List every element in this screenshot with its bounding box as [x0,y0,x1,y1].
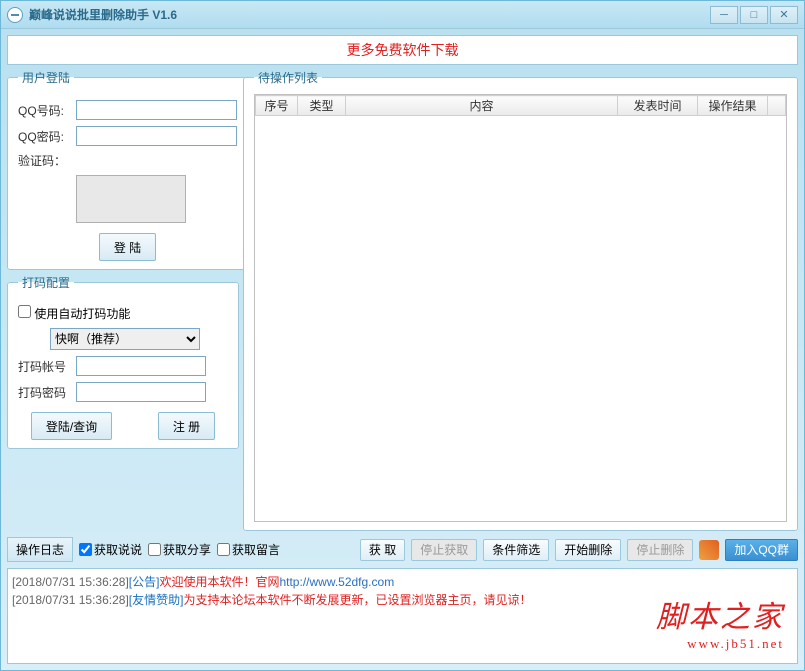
col-time[interactable]: 发表时间 [618,96,698,116]
stop-delete-button: 停止删除 [627,539,693,561]
log-line: [2018/07/31 15:36:28][公告]欢迎使用本软件！官网http:… [12,573,793,591]
fetch-share-checkbox[interactable]: 获取分享 [148,541,211,558]
dama-group: 打码配置 使用自动打码功能 快啊（推荐） 打码帐号 打码密码 [7,274,239,449]
dama-provider-select[interactable]: 快啊（推荐） [50,328,200,350]
qq-label: QQ号码: [18,102,76,119]
qq-pw-input[interactable] [76,126,237,146]
app-icon [7,7,23,23]
start-delete-button[interactable]: 开始删除 [555,539,621,561]
banner-link[interactable]: 更多免费软件下载 [7,35,798,65]
close-button[interactable]: ✕ [770,6,798,24]
minimize-button[interactable]: ─ [710,6,738,24]
window-controls: ─ □ ✕ [710,6,798,24]
col-content[interactable]: 内容 [346,96,618,116]
content: 更多免费软件下载 用户登陆 QQ号码: QQ密码: 验证码： [1,29,804,670]
app-window: 巅峰说说批里删除助手 V1.6 ─ □ ✕ 更多免费软件下载 用户登陆 QQ号码… [0,0,805,671]
fetch-msg-checkbox[interactable]: 获取留言 [217,541,280,558]
dama-pw-input[interactable] [76,382,206,402]
dama-account-label: 打码帐号 [18,358,76,375]
qq-avatar-icon [699,540,719,560]
maximize-button[interactable]: □ [740,6,768,24]
dama-login-button[interactable]: 登陆/查询 [31,412,112,440]
qq-input[interactable] [76,100,237,120]
right-column: 待操作列表 序号 类型 内容 发表时间 操作结果 [243,69,798,531]
col-type[interactable]: 类型 [298,96,346,116]
log-box[interactable]: [2018/07/31 15:36:28][公告]欢迎使用本软件！官网http:… [7,568,798,664]
captcha-image[interactable] [76,175,186,223]
middle-row: 用户登陆 QQ号码: QQ密码: 验证码： 登 陆 [7,69,798,531]
col-spacer [768,96,786,116]
titlebar: 巅峰说说批里删除助手 V1.6 ─ □ ✕ [1,1,804,29]
join-qq-button[interactable]: 加入QQ群 [725,539,798,561]
dama-register-button[interactable]: 注 册 [158,412,215,440]
col-result[interactable]: 操作结果 [698,96,768,116]
pending-list-group: 待操作列表 序号 类型 内容 发表时间 操作结果 [243,69,798,531]
stop-fetch-button: 停止获取 [411,539,477,561]
left-column: 用户登陆 QQ号码: QQ密码: 验证码： 登 陆 [7,69,239,531]
pending-legend: 待操作列表 [254,69,322,86]
login-legend: 用户登陆 [18,69,74,86]
qq-pw-label: QQ密码: [18,128,76,145]
dama-pw-label: 打码密码 [18,384,76,401]
fetch-shuo-checkbox[interactable]: 获取说说 [79,541,142,558]
login-group: 用户登陆 QQ号码: QQ密码: 验证码： 登 陆 [7,69,248,270]
login-button[interactable]: 登 陆 [99,233,156,261]
filter-button[interactable]: 条件筛选 [483,539,549,561]
toolbar: 操作日志 获取说说 获取分享 获取留言 获 取 停止获取 条件筛选 开始删除 停… [7,535,798,564]
dama-legend: 打码配置 [18,274,74,291]
dama-account-input[interactable] [76,356,206,376]
col-seq[interactable]: 序号 [256,96,298,116]
pending-table-wrap[interactable]: 序号 类型 内容 发表时间 操作结果 [254,94,787,522]
log-line: [2018/07/31 15:36:28][友情赞助]为支持本论坛本软件不断发展… [12,591,793,609]
window-title: 巅峰说说批里删除助手 V1.6 [29,6,710,23]
log-label: 操作日志 [7,537,73,562]
captcha-label: 验证码： [18,152,76,169]
fetch-button[interactable]: 获 取 [360,539,405,561]
auto-dama-checkbox[interactable]: 使用自动打码功能 [18,307,130,321]
pending-table: 序号 类型 内容 发表时间 操作结果 [255,95,786,116]
